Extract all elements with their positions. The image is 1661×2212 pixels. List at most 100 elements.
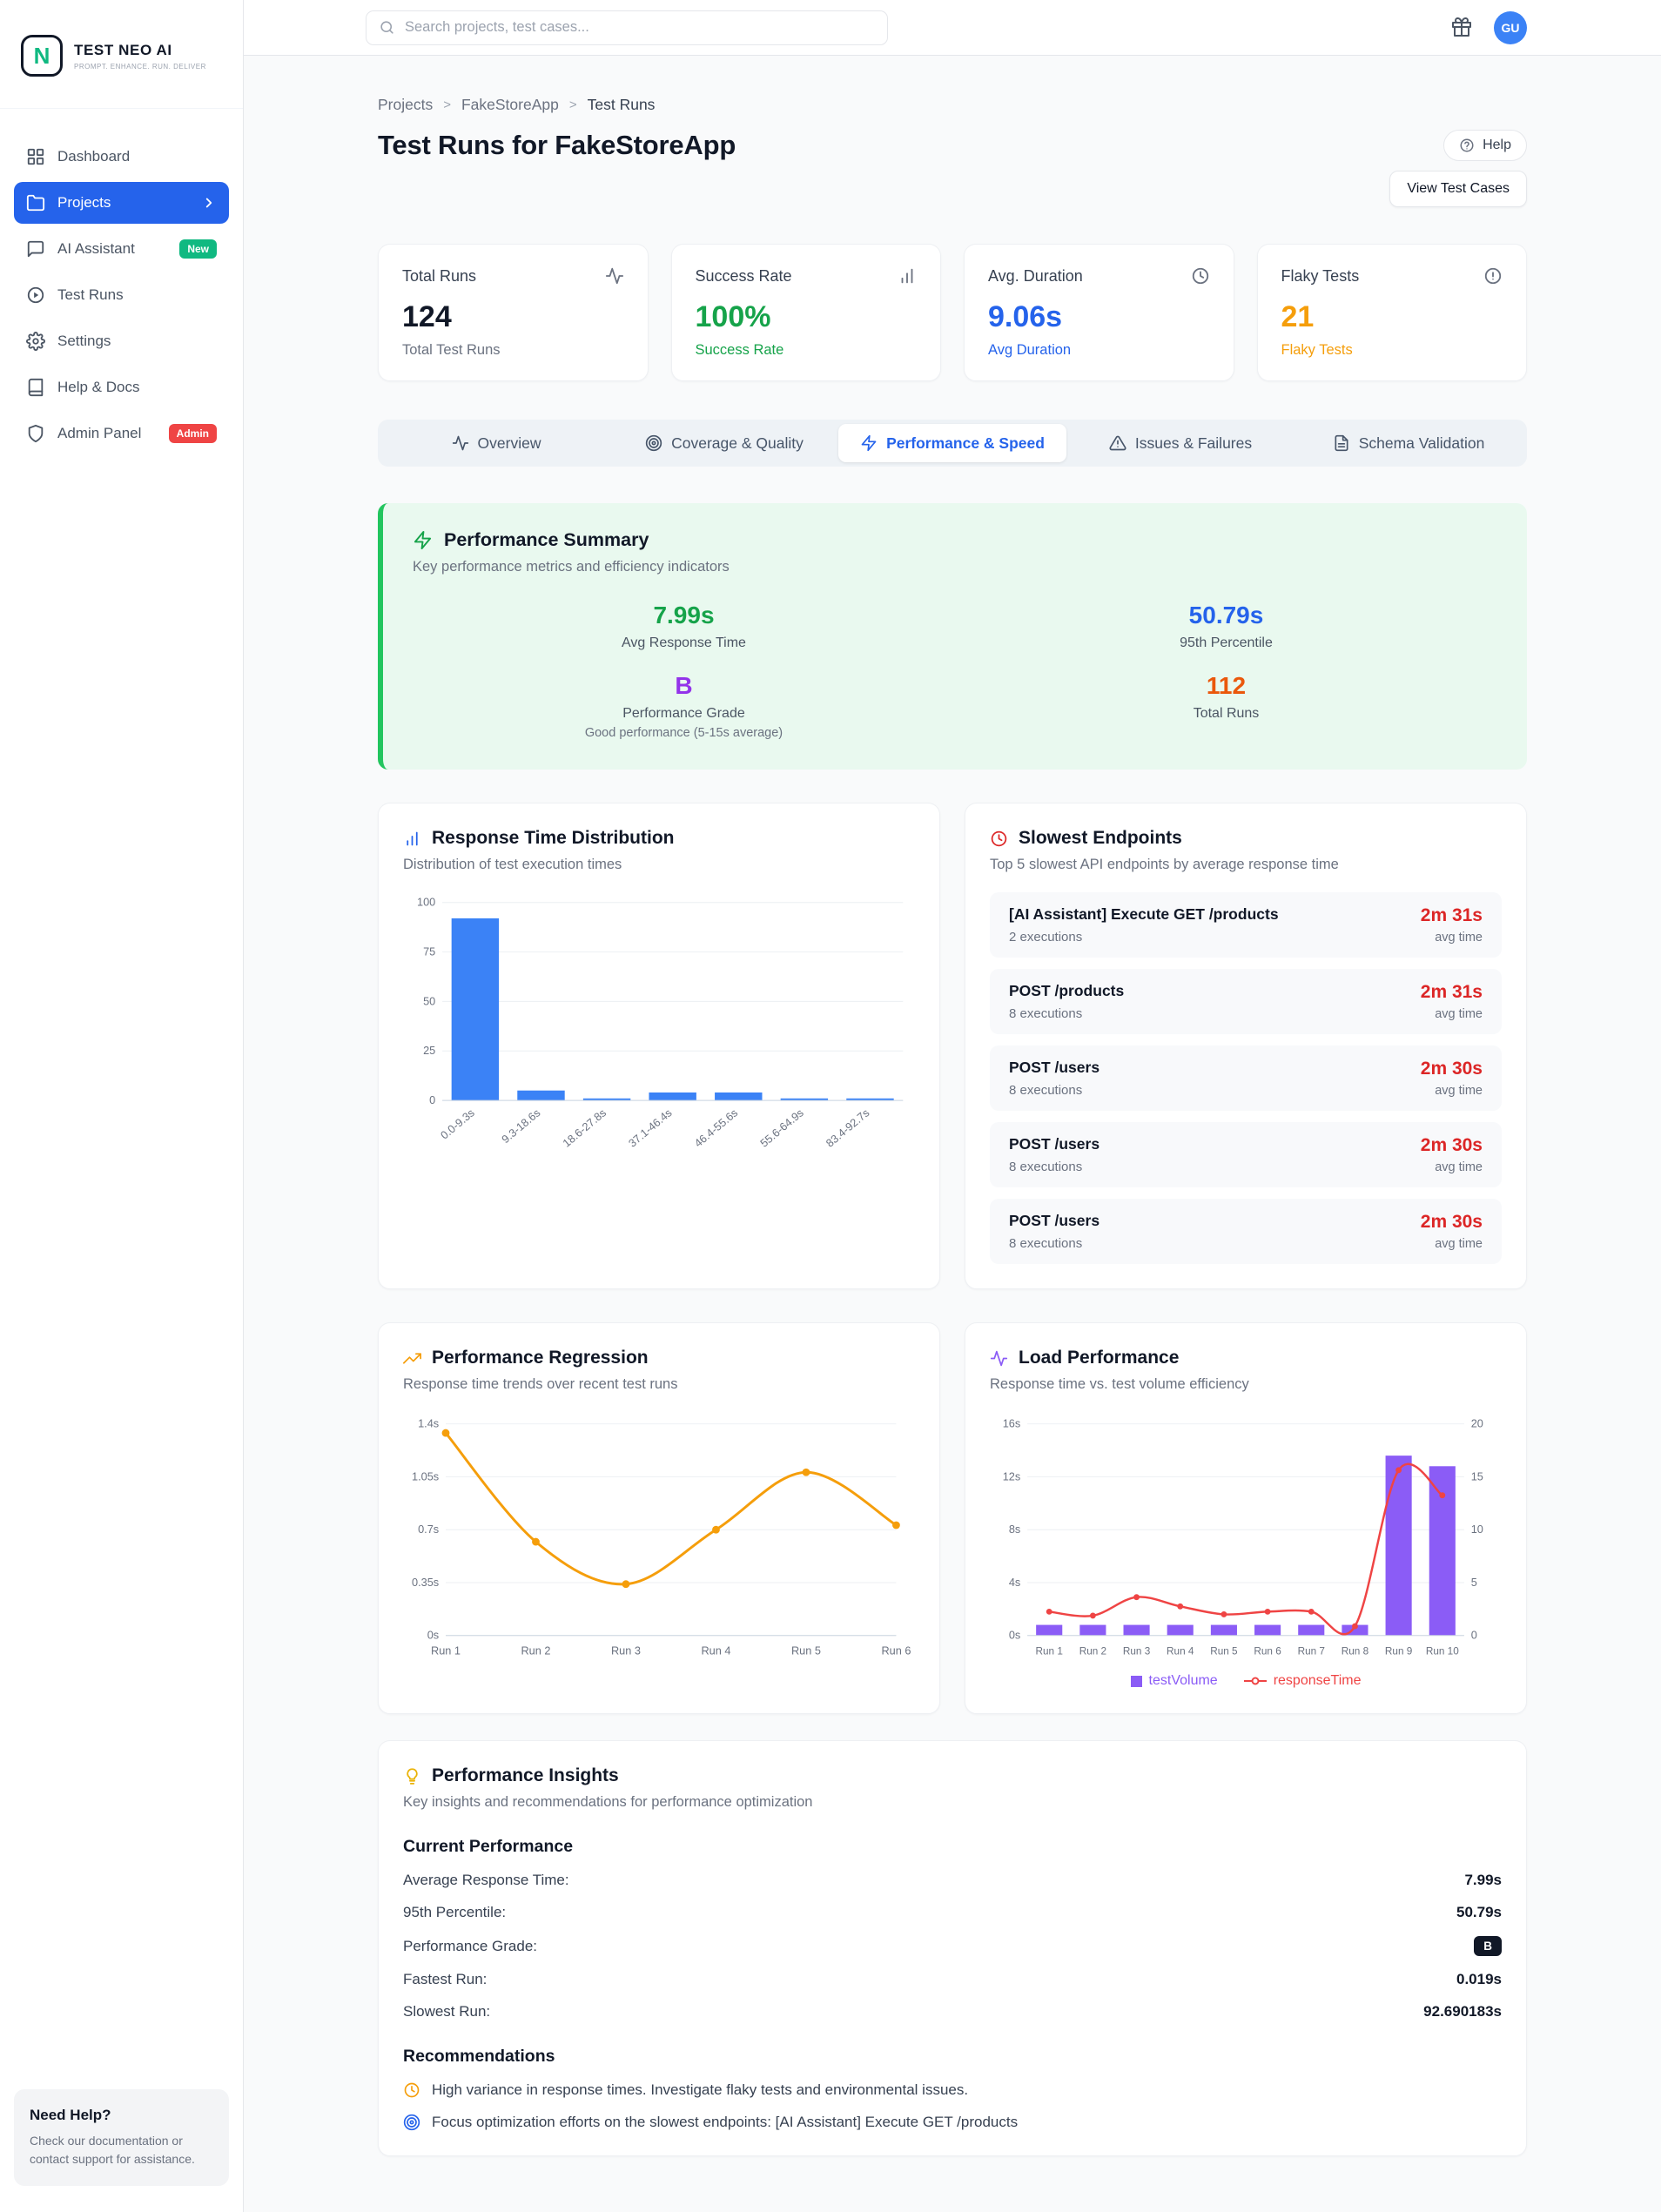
- chevron-right-icon: [201, 195, 217, 211]
- summary-subtitle: Key performance metrics and efficiency i…: [413, 559, 730, 575]
- app-root: N TEST NEO AI PROMPT. ENHANCE. RUN. DELI…: [0, 0, 1661, 2212]
- global-search: [366, 10, 888, 45]
- metric-avg-response-time: 7.99s Avg Response Time: [413, 602, 955, 651]
- tab-label: Issues & Failures: [1134, 434, 1253, 452]
- card-subtitle: Response time trends over recent test ru…: [403, 1376, 678, 1392]
- breadcrumb-separator: >: [443, 97, 451, 112]
- endpoint-avg-time-label: avg time: [1435, 1237, 1483, 1251]
- tab-overview[interactable]: Overview: [382, 424, 610, 462]
- legend-bar-swatch: [1130, 1675, 1142, 1687]
- gift-button[interactable]: [1450, 17, 1473, 39]
- response-time-distribution-card: Response Time Distribution Distribution …: [378, 803, 940, 1289]
- avatar[interactable]: GU: [1494, 10, 1527, 44]
- sidebar-item-projects[interactable]: Projects: [14, 182, 229, 224]
- metric-value: 112: [1206, 672, 1247, 699]
- sidebar-item-ai-assistant[interactable]: AI Assistant New: [14, 228, 229, 270]
- svg-text:Run 9: Run 9: [1385, 1645, 1412, 1657]
- metric-note: Good performance (5-15s average): [584, 726, 783, 740]
- endpoint-name: POST /users: [1009, 1212, 1100, 1229]
- help-button[interactable]: Help: [1443, 130, 1527, 161]
- svg-text:16s: 16s: [1003, 1417, 1021, 1430]
- svg-text:8s: 8s: [1009, 1523, 1020, 1536]
- load-performance-card: Load Performance Response time vs. test …: [965, 1322, 1527, 1714]
- app-logo[interactable]: N TEST NEO AI PROMPT. ENHANCE. RUN. DELI…: [0, 0, 243, 109]
- sidebar-item-dashboard[interactable]: Dashboard: [14, 136, 229, 178]
- view-test-cases-button[interactable]: View Test Cases: [1389, 171, 1527, 207]
- sidebar: N TEST NEO AI PROMPT. ENHANCE. RUN. DELI…: [0, 0, 244, 2212]
- kv-row-avg-response-time: Average Response Time: 7.99s: [403, 1872, 1502, 1889]
- load-performance-chart: 0s 0 4s 5 8s 10 12s 15 16s 20 Run 1 Run 2 Run 3 Run 4…: [1003, 1417, 1483, 1657]
- kv-value: 7.99s: [1464, 1872, 1502, 1888]
- search-icon: [379, 19, 395, 36]
- svg-text:46.4-55.6s: 46.4-55.6s: [692, 1106, 741, 1150]
- stat-label: Total Runs: [402, 266, 477, 285]
- endpoint-avg-time: 2m 30s: [1420, 1059, 1483, 1079]
- stat-label: Avg. Duration: [988, 266, 1083, 285]
- chat-icon: [26, 239, 45, 259]
- app-title: TEST NEO AI: [74, 41, 172, 58]
- card-title: Slowest Endpoints: [1019, 828, 1182, 848]
- metric-performance-grade: B Performance Grade Good performance (5-…: [413, 672, 955, 740]
- performance-insights-card: Performance Insights Key insights and re…: [378, 1740, 1527, 2156]
- endpoint-row: POST /users 8 executions 2m 30s avg time: [990, 1122, 1502, 1187]
- endpoint-executions: 8 executions: [1009, 1236, 1083, 1251]
- tab-coverage-quality[interactable]: Coverage & Quality: [610, 424, 838, 462]
- legend-testvolume[interactable]: testVolume: [1130, 1673, 1218, 1689]
- metric-value: B: [675, 672, 693, 699]
- clock-icon: [403, 2081, 420, 2099]
- svg-text:75: 75: [423, 945, 435, 958]
- svg-text:0.7s: 0.7s: [418, 1523, 439, 1536]
- tab-issues-failures[interactable]: Issues & Failures: [1066, 424, 1295, 462]
- svg-text:0.35s: 0.35s: [412, 1576, 439, 1589]
- svg-text:10: 10: [1471, 1523, 1483, 1536]
- sidebar-item-test-runs[interactable]: Test Runs: [14, 274, 229, 316]
- stat-sub: Total Test Runs: [402, 342, 501, 358]
- breadcrumb-projects[interactable]: Projects: [378, 96, 433, 114]
- shield-icon: [26, 424, 45, 443]
- summary-metrics: 7.99s Avg Response Time 50.79s 95th Perc…: [413, 602, 1497, 740]
- kv-row-95th-percentile: 95th Percentile: 50.79s: [403, 1904, 1502, 1921]
- sidebar-item-settings[interactable]: Settings: [14, 320, 229, 362]
- stat-sub: Flaky Tests: [1281, 342, 1353, 358]
- svg-text:37.1-46.4s: 37.1-46.4s: [626, 1106, 675, 1150]
- stats-row: Total Runs 124 Total Test Runs Success R…: [378, 244, 1527, 381]
- metric-95th-percentile: 50.79s 95th Percentile: [955, 602, 1497, 651]
- kv-row-fastest-run: Fastest Run: 0.019s: [403, 1971, 1502, 1988]
- endpoint-avg-time-label: avg time: [1435, 931, 1483, 945]
- svg-text:1.05s: 1.05s: [412, 1469, 439, 1483]
- metric-label: Total Runs: [1193, 706, 1260, 721]
- card-subtitle: Top 5 slowest API endpoints by average r…: [990, 857, 1339, 872]
- svg-text:1.4s: 1.4s: [418, 1417, 439, 1430]
- svg-text:Run 2: Run 2: [521, 1644, 550, 1657]
- endpoint-row: [AI Assistant] Execute GET /products 2 e…: [990, 892, 1502, 958]
- legend-responsetime[interactable]: responseTime: [1243, 1673, 1361, 1689]
- search-input[interactable]: [405, 19, 875, 36]
- topbar: GU: [244, 0, 1661, 56]
- recommendations-heading: Recommendations: [403, 2047, 555, 2066]
- sidebar-item-label: Projects: [57, 194, 111, 211]
- gift-icon: [1451, 17, 1472, 37]
- endpoint-avg-time: 2m 31s: [1420, 982, 1483, 1002]
- kv-label: Average Response Time:: [403, 1872, 569, 1888]
- endpoint-name: POST /users: [1009, 1059, 1100, 1076]
- need-help-title: Need Help?: [30, 2107, 111, 2123]
- svg-text:0: 0: [429, 1093, 435, 1106]
- kv-value: 92.690183s: [1423, 2003, 1502, 2020]
- svg-text:Run 5: Run 5: [1210, 1645, 1238, 1657]
- endpoint-avg-time-label: avg time: [1435, 1160, 1483, 1174]
- sidebar-item-admin-panel[interactable]: Admin Panel Admin: [14, 413, 229, 454]
- folder-icon: [26, 193, 45, 212]
- tab-performance-speed[interactable]: Performance & Speed: [838, 424, 1066, 462]
- stat-card-avg-duration: Avg. Duration 9.06s Avg Duration: [964, 244, 1234, 381]
- svg-text:0s: 0s: [1009, 1629, 1020, 1642]
- svg-text:0.0-9.3s: 0.0-9.3s: [438, 1106, 477, 1142]
- tab-schema-validation[interactable]: Schema Validation: [1295, 424, 1523, 462]
- topbar-actions: GU: [1450, 10, 1527, 44]
- svg-text:Run 6: Run 6: [1254, 1645, 1281, 1657]
- sidebar-item-label: Dashboard: [57, 148, 131, 165]
- breadcrumb-fakestoreapp[interactable]: FakeStoreApp: [461, 96, 559, 114]
- target-icon: [403, 2114, 420, 2131]
- endpoint-name: [AI Assistant] Execute GET /products: [1009, 905, 1279, 923]
- sidebar-item-help-docs[interactable]: Help & Docs: [14, 366, 229, 408]
- svg-text:Run 3: Run 3: [1123, 1645, 1151, 1657]
